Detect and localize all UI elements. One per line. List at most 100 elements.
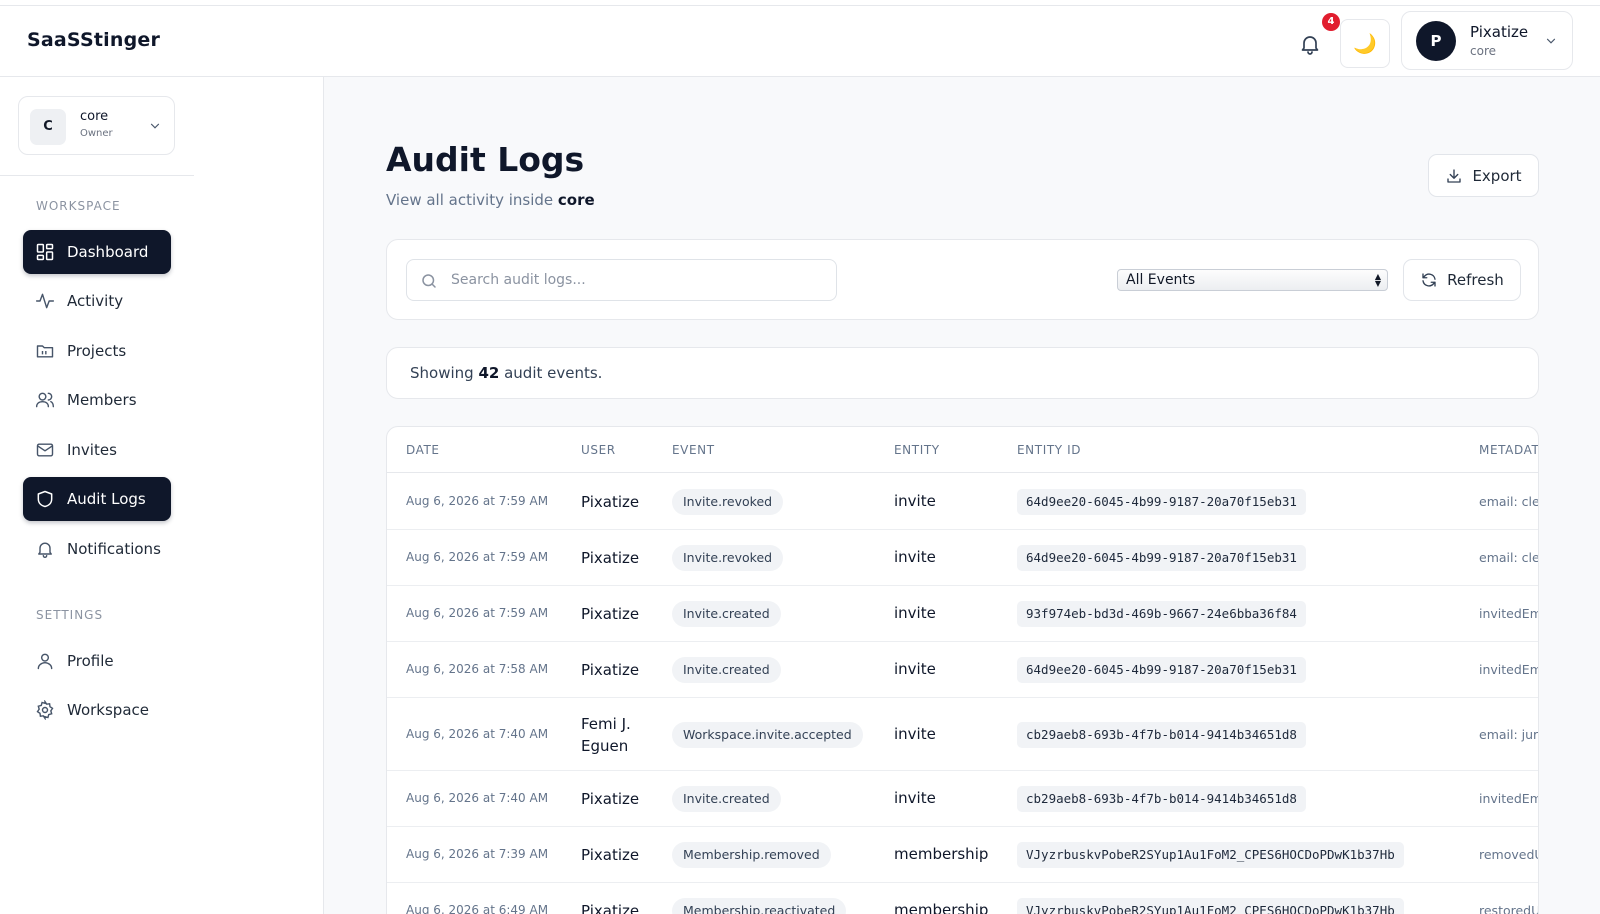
cell-user: Pixatize xyxy=(581,549,640,567)
download-icon xyxy=(1447,168,1462,183)
sidebar-item-label: Projects xyxy=(67,342,127,360)
cell-entity: membership xyxy=(894,845,989,863)
cell-event-badge: Invite.created xyxy=(672,657,781,683)
cell-event-badge: Membership.reactivated xyxy=(672,898,847,914)
section-label-workspace: WORKSPACE xyxy=(36,199,121,213)
column-header-event[interactable]: EVENT xyxy=(672,443,715,457)
cell-entity-id: 64d9ee20-6045-4b99-9187-20a70f15eb31 xyxy=(1017,489,1306,515)
sidebar: C core Owner WORKSPACE Dashboard Activit… xyxy=(0,77,324,914)
activity-icon xyxy=(35,293,55,309)
cell-entity: invite xyxy=(894,492,936,510)
page-title: Audit Logs xyxy=(386,140,585,179)
column-header-metadata[interactable]: METADAT xyxy=(1479,443,1538,457)
event-filter-value: All Events xyxy=(1126,272,1196,288)
cell-metadata: email: cle xyxy=(1479,550,1539,565)
sidebar-item-members[interactable]: Members xyxy=(23,378,171,422)
dashboard-icon xyxy=(36,243,54,261)
workspace-switcher[interactable]: C core Owner xyxy=(18,96,175,155)
column-header-entity-id[interactable]: ENTITY ID xyxy=(1017,443,1081,457)
sidebar-item-workspace[interactable]: Workspace xyxy=(23,688,171,732)
cell-entity-id: 64d9ee20-6045-4b99-9187-20a70f15eb31 xyxy=(1017,657,1306,683)
refresh-button[interactable]: Refresh xyxy=(1403,259,1521,301)
table-row[interactable]: Aug 6, 2026 at 7:59 AM Pixatize Invite.cre… xyxy=(387,586,1539,642)
table-row[interactable]: Aug 6, 2026 at 7:40 AM Femi J. Eguen Worksp… xyxy=(387,698,1538,771)
page-subtitle-workspace: core xyxy=(557,191,595,209)
search-field[interactable] xyxy=(406,259,837,301)
workspace-name: core xyxy=(80,109,109,124)
cell-date: Aug 6, 2026 at 7:40 AM xyxy=(406,791,549,805)
sidebar-item-audit-logs[interactable]: Audit Logs xyxy=(23,477,171,521)
refresh-label: Refresh xyxy=(1447,271,1504,289)
sidebar-item-profile[interactable]: Profile xyxy=(23,639,171,683)
refresh-icon xyxy=(1422,273,1436,287)
notification-bell-icon[interactable] xyxy=(1298,32,1322,56)
sidebar-item-activity[interactable]: Activity xyxy=(23,279,171,323)
table-row[interactable]: Aug 6, 2026 at 7:59 AM Pixatize Invite.rev… xyxy=(387,474,1538,530)
folder-icon xyxy=(36,345,54,358)
notification-badge: 4 xyxy=(1322,13,1340,31)
sidebar-item-label: Members xyxy=(67,391,137,409)
user-icon xyxy=(37,653,53,670)
cell-user: Pixatize xyxy=(581,902,640,914)
cell-event-badge: Invite.created xyxy=(672,601,781,627)
count-value: 42 xyxy=(478,364,500,382)
chevron-down-icon xyxy=(1546,38,1556,44)
table-row[interactable]: Aug 6, 2026 at 7:39 AM Pixatize Membership… xyxy=(387,827,1539,883)
theme-toggle-button[interactable]: 🌙 xyxy=(1340,19,1390,68)
sidebar-divider xyxy=(0,175,194,176)
users-icon xyxy=(35,392,55,408)
brand-logo[interactable]: SaaSStinger xyxy=(27,29,160,51)
table-row[interactable]: Aug 6, 2026 at 7:40 AM Pixatize Invite.cre… xyxy=(387,771,1539,827)
cell-entity-id: cb29aeb8-693b-4f7b-b014-9414b34651d8 xyxy=(1017,721,1306,748)
cell-date: Aug 6, 2026 at 6:49 AM xyxy=(406,903,549,914)
cell-metadata: invitedEm xyxy=(1479,791,1539,806)
cell-user: Pixatize xyxy=(581,493,640,511)
top-header: SaaSStinger 4 🌙 P Pixatize core xyxy=(0,6,1600,77)
event-filter-select[interactable]: All Events ▲ ▼ xyxy=(1117,269,1388,291)
cell-metadata: removedU xyxy=(1479,847,1539,862)
cell-entity: invite xyxy=(894,660,936,678)
column-header-entity[interactable]: ENTITY xyxy=(894,443,940,457)
cell-date: Aug 6, 2026 at 7:59 AM xyxy=(406,606,549,620)
chevron-down-icon xyxy=(150,123,160,129)
cell-entity-id: 93f974eb-bd3d-469b-9667-24e6bba36f84 xyxy=(1017,601,1306,627)
workspace-avatar: C xyxy=(30,109,66,145)
cell-date: Aug 6, 2026 at 7:58 AM xyxy=(406,662,549,676)
sidebar-item-invites[interactable]: Invites xyxy=(23,428,171,472)
sidebar-item-notifications[interactable]: Notifications xyxy=(23,527,171,571)
page-subtitle-text: View all activity inside xyxy=(386,191,554,209)
cell-entity-id: VJyzrbuskvPobeR2SYup1Au1FoM2_CPES6HOCDoP… xyxy=(1017,898,1404,914)
sidebar-item-dashboard[interactable]: Dashboard xyxy=(23,230,171,274)
cell-user: Pixatize xyxy=(581,605,640,623)
export-button[interactable]: Export xyxy=(1428,154,1539,197)
filter-bar: All Events ▲▼ Refresh xyxy=(386,239,1539,320)
column-header-date[interactable]: DATE xyxy=(406,443,440,457)
column-header-user[interactable]: USER xyxy=(581,443,616,457)
user-menu[interactable]: P Pixatize core xyxy=(1401,11,1573,70)
bell-icon xyxy=(38,542,52,558)
search-icon xyxy=(422,274,436,288)
export-label: Export xyxy=(1472,166,1522,185)
cell-entity: invite xyxy=(894,789,936,807)
cell-date: Aug 6, 2026 at 7:39 AM xyxy=(406,847,549,861)
sidebar-item-projects[interactable]: Projects xyxy=(23,329,171,373)
cell-date: Aug 6, 2026 at 7:40 AM xyxy=(406,726,549,741)
table-row[interactable]: Aug 6, 2026 at 6:49 AM Pixatize Membership… xyxy=(387,883,1538,914)
cell-event-badge: Invite.revoked xyxy=(672,545,784,571)
cell-entity-id: cb29aeb8-693b-4f7b-b014-9414b34651d8 xyxy=(1017,786,1306,812)
search-input[interactable] xyxy=(451,260,831,300)
avatar: P xyxy=(1416,21,1456,61)
audit-log-table: DATE USER EVENT ENTITY ENTITY ID METADAT… xyxy=(386,426,1539,914)
cell-metadata: invitedEm xyxy=(1479,606,1539,621)
cell-user: Femi J. Eguen xyxy=(581,714,631,755)
cell-date: Aug 6, 2026 at 7:59 AM xyxy=(406,494,549,508)
sidebar-item-label: Audit Logs xyxy=(67,490,146,508)
select-arrows-icon: ▲ ▼ xyxy=(1374,272,1381,288)
table-row[interactable]: Aug 6, 2026 at 7:58 AM Pixatize Invite.cre… xyxy=(387,642,1538,698)
cell-entity: invite xyxy=(894,548,936,566)
gear-icon xyxy=(36,700,54,720)
moon-icon: 🌙 xyxy=(1353,33,1377,55)
table-row[interactable]: Aug 6, 2026 at 7:59 AM Pixatize Invite.rev… xyxy=(387,530,1539,586)
cell-event-badge: Workspace.invite.accepted xyxy=(672,721,863,748)
cell-entity-id: VJyzrbuskvPobeR2SYup1Au1FoM2_CPES6HOCDoP… xyxy=(1017,842,1404,868)
